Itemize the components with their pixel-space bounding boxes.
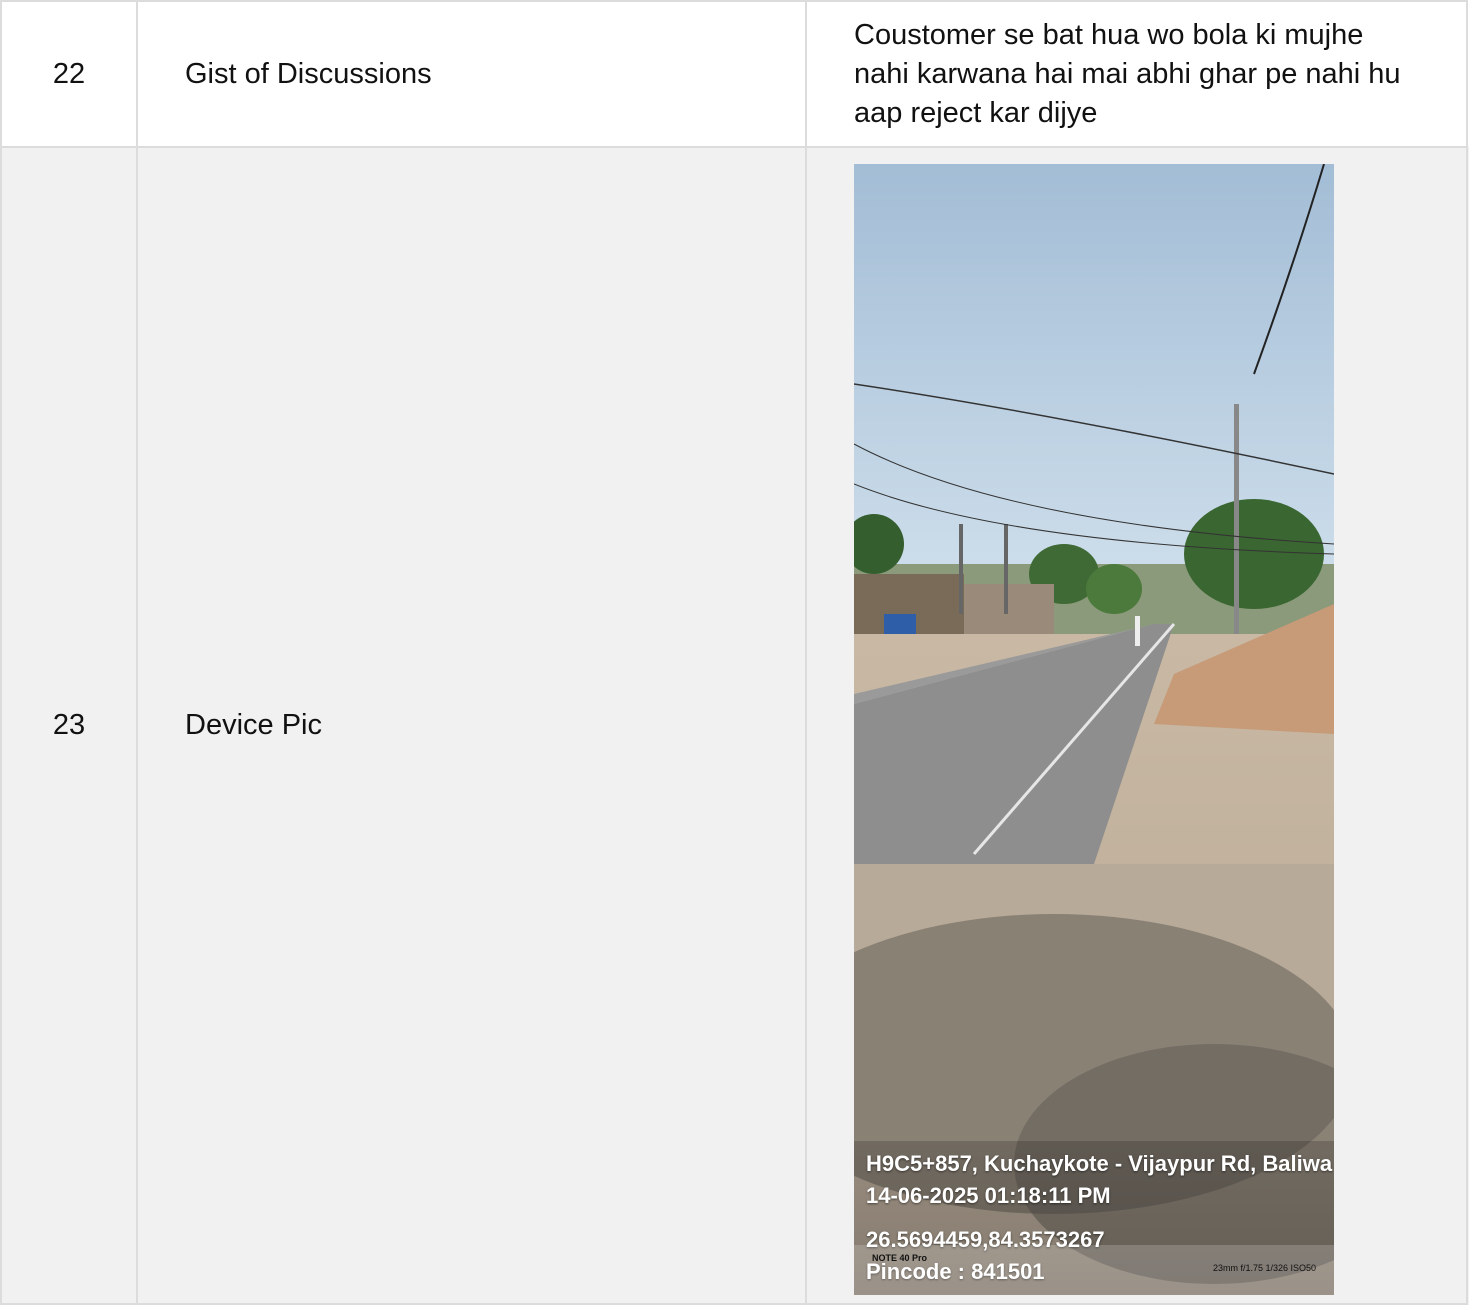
table-row: 22 Gist of Discussions Coustomer se bat … — [0, 0, 1469, 146]
camera-specs: 23mm f/1.75 1/326 ISO50 — [1212, 1263, 1316, 1273]
discussion-text: Coustomer se bat hua wo bola ki mujhe na… — [854, 18, 1401, 129]
field-label: Gist of Discussions — [185, 57, 432, 90]
row-number-cell: 22 — [0, 0, 136, 146]
field-label-cell: Gist of Discussions — [136, 0, 805, 146]
field-value-cell: Coustomer se bat hua wo bola ki mujhe na… — [805, 0, 1468, 146]
details-table: 22 Gist of Discussions Coustomer se bat … — [0, 0, 1469, 1305]
photo-geotag-overlay: H9C5+857, Kuchaykote - Vijaypur Rd, Bali… — [854, 1141, 1334, 1295]
row-number: 23 — [52, 709, 86, 741]
photo-address: H9C5+857, Kuchaykote - Vijaypur Rd, Bali… — [866, 1151, 1333, 1176]
camera-model: NOTE 40 Pro — [872, 1253, 928, 1263]
row-number: 22 — [52, 57, 86, 90]
field-label: Device Pic — [185, 709, 322, 741]
photo-datetime: 14-06-2025 01:18:11 PM — [866, 1183, 1111, 1208]
table-row: 23 Device Pic H9C5+857, Kuchaykote - Vij… — [0, 146, 1469, 1305]
camera-info-bar: NOTE 40 Pro 23mm f/1.75 1/326 ISO50 — [854, 1245, 1334, 1295]
device-photo[interactable]: H9C5+857, Kuchaykote - Vijaypur Rd, Bali… — [854, 164, 1334, 1295]
street-scene-image — [854, 164, 1334, 1295]
field-label-cell: Device Pic — [136, 146, 805, 1305]
row-number-cell: 23 — [0, 146, 136, 1305]
field-value-cell: H9C5+857, Kuchaykote - Vijaypur Rd, Bali… — [805, 146, 1468, 1305]
